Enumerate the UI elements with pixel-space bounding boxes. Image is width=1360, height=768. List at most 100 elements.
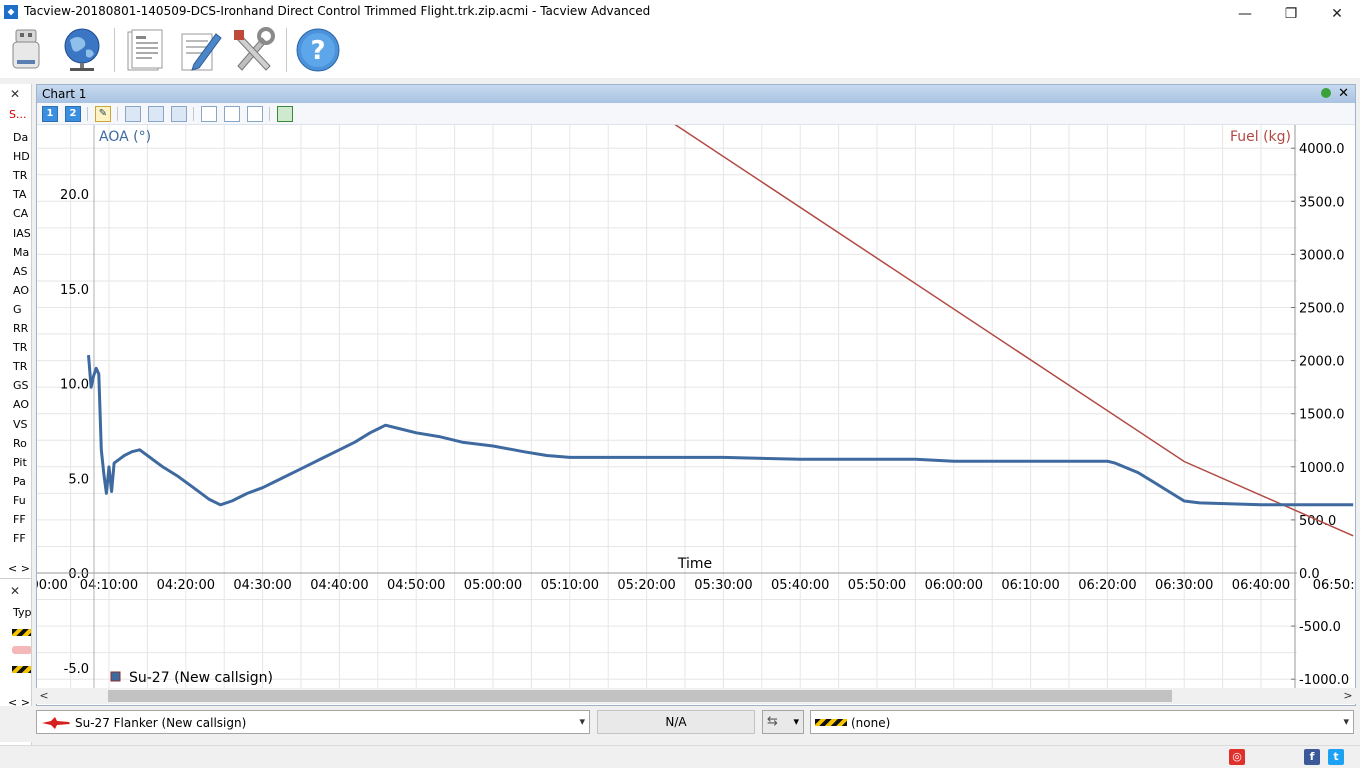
left-tick-label: 20.0 [60, 188, 89, 203]
left-panel-item[interactable]: TA [13, 188, 26, 201]
x-tick-label: 04:20:00 [157, 578, 215, 593]
left-panel-item[interactable]: G [13, 303, 22, 316]
x-tick-label: 04:40:00 [310, 578, 368, 593]
chart-title: Chart 1 [42, 87, 87, 101]
main-toolbar: ? [0, 24, 1360, 78]
red-app-icon[interactable]: ◎ [1229, 749, 1245, 765]
chart-toolbar: 1 2 ✎ [37, 103, 1355, 125]
pencil-icon[interactable]: ✎ [95, 106, 111, 122]
lower-panel-close-icon[interactable]: ✕ [8, 584, 22, 598]
tacview-app-icon [4, 5, 18, 19]
x-tick-label: 04:50:00 [387, 578, 445, 593]
tools-settings-icon[interactable] [230, 26, 278, 74]
usb-drive-icon[interactable] [4, 26, 52, 74]
object-select[interactable]: Su-27 Flanker (New callsign) ▾ [36, 710, 590, 734]
right-axis-ticks: 8000.07500.07000.06500.06000.05500.05000… [1291, 125, 1349, 689]
left-panel-item[interactable]: TR [13, 360, 27, 373]
toolbar-separator [286, 28, 287, 72]
legend-color-swatch [110, 671, 121, 682]
chart-view-2-button[interactable]: 2 [65, 106, 81, 122]
right-tick-label: 2500.0 [1299, 302, 1345, 317]
left-tick-label: 15.0 [60, 283, 89, 298]
right-tick-label: 2000.0 [1299, 355, 1345, 370]
left-panel-item[interactable]: Da [13, 131, 28, 144]
left-panel-scroll-arrows[interactable]: < > [8, 562, 30, 575]
document-report-icon[interactable] [120, 26, 168, 74]
x-tick-label: 06:10:00 [1001, 578, 1059, 593]
hazard-stripe-icon [12, 666, 31, 673]
x-axis-ticks: :00:0004:10:0004:20:0004:30:0004:40:0004… [37, 578, 1355, 593]
left-panel-item[interactable]: AS [13, 265, 28, 278]
target-mode-button[interactable]: ⇆ ▾ [762, 710, 804, 734]
left-panel-item[interactable]: Ro [13, 437, 27, 450]
object-select-value: Su-27 Flanker (New callsign) [75, 716, 247, 730]
chart-layout-1-icon[interactable] [125, 106, 141, 122]
x-tick-label: 06:40:00 [1232, 578, 1290, 593]
left-tick-label: 10.0 [60, 378, 89, 393]
globe-network-icon[interactable] [58, 26, 106, 74]
lower-panel-header: Typ [13, 606, 32, 619]
scroll-left-icon[interactable]: < [36, 688, 52, 704]
left-tick-label: 5.0 [68, 472, 89, 487]
x-tick-label: 05:10:00 [541, 578, 599, 593]
toolbar-separator [114, 28, 115, 72]
left-panel-item[interactable]: Pa [13, 475, 26, 488]
left-panel-item[interactable]: GS [13, 379, 29, 392]
edit-pencil-icon[interactable] [176, 26, 224, 74]
chevron-down-icon[interactable]: ▾ [793, 715, 799, 728]
x-axis-label: Time [677, 556, 712, 572]
zoom-reset-icon[interactable] [201, 106, 217, 122]
x-tick-label: 06:30:00 [1155, 578, 1213, 593]
chart-grid [37, 125, 1297, 689]
right-tick-label: 0.0 [1299, 567, 1320, 582]
right-tick-label: -1000.0 [1299, 673, 1349, 688]
left-tick-label: -5.0 [64, 662, 89, 677]
twitter-icon[interactable]: t [1328, 749, 1344, 765]
left-panel-close-icon[interactable]: ✕ [8, 87, 22, 101]
pin-icon[interactable] [1321, 88, 1331, 98]
left-panel-item[interactable]: HD [13, 150, 30, 163]
hazard-stripe-icon [12, 629, 31, 636]
left-panel-item[interactable]: RR [13, 322, 28, 335]
left-panel-item[interactable]: Ma [13, 246, 29, 259]
help-icon[interactable]: ? [294, 26, 342, 74]
left-panel-item[interactable]: IAS [13, 227, 31, 240]
x-tick-label: 05:30:00 [694, 578, 752, 593]
hazard-stripe-icon [815, 719, 847, 726]
chart-plot-area[interactable]: :00:0004:10:0004:20:0004:30:0004:40:0004… [37, 125, 1355, 689]
x-tick-label: :00:00 [37, 578, 68, 593]
left-panel-header[interactable]: S... [9, 108, 26, 121]
zoom-out-icon[interactable] [224, 106, 240, 122]
left-panel-item[interactable]: CA [13, 207, 28, 220]
left-panel-item[interactable]: VS [13, 418, 28, 431]
x-tick-label: 05:20:00 [617, 578, 675, 593]
right-tick-label: -500.0 [1299, 620, 1341, 635]
chart-layout-2-icon[interactable] [148, 106, 164, 122]
scroll-thumb[interactable] [108, 690, 1172, 702]
chevron-down-icon[interactable]: ▾ [579, 715, 585, 728]
object-selection-bar: Su-27 Flanker (New callsign) ▾ N/A ⇆ ▾ (… [0, 706, 1360, 742]
target-select[interactable]: (none) ▾ [810, 710, 1354, 734]
left-panel-item[interactable]: FF [13, 532, 26, 545]
chart-layout-3-icon[interactable] [171, 106, 187, 122]
chart-view-1-button[interactable]: 1 [42, 106, 58, 122]
left-panel-item[interactable]: FF [13, 513, 26, 526]
zoom-in-icon[interactable] [247, 106, 263, 122]
facebook-icon[interactable]: f [1304, 749, 1320, 765]
scroll-right-icon[interactable]: > [1340, 688, 1356, 704]
chart-toolbar-separator [269, 107, 270, 121]
left-panel-item[interactable]: TR [13, 341, 27, 354]
left-panel-item[interactable]: AO [13, 284, 29, 297]
left-panel-item[interactable]: TR [13, 169, 27, 182]
chart-close-icon[interactable]: ✕ [1338, 86, 1349, 101]
target-select-value: (none) [851, 716, 891, 730]
link-arrows-icon: ⇆ [767, 714, 778, 729]
chart-horizontal-scrollbar[interactable]: < > [36, 688, 1356, 704]
right-tick-label: 3500.0 [1299, 195, 1345, 210]
export-excel-icon[interactable] [277, 106, 293, 122]
x-tick-label: 05:00:00 [464, 578, 522, 593]
chevron-down-icon[interactable]: ▾ [1343, 715, 1349, 728]
left-panel-item[interactable]: Fu [13, 494, 26, 507]
left-panel-item[interactable]: AO [13, 398, 29, 411]
left-panel-item[interactable]: Pit [13, 456, 27, 469]
